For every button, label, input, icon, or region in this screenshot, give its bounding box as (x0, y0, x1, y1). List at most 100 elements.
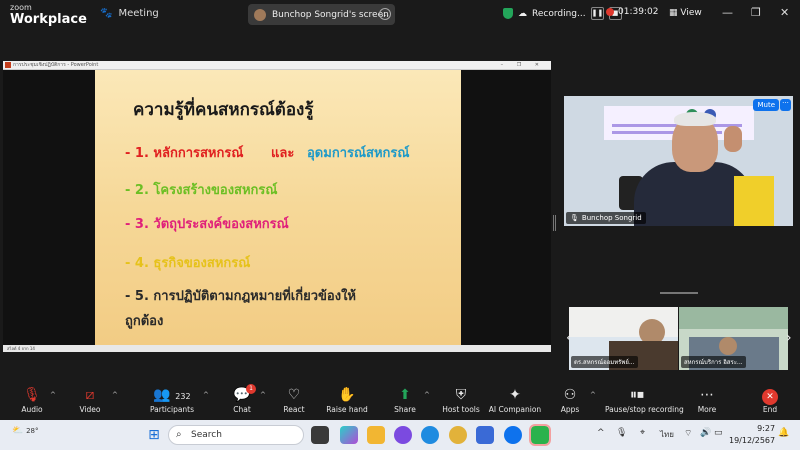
location-icon[interactable]: ⌖ (640, 428, 645, 438)
panel-drag-handle[interactable] (660, 292, 698, 294)
start-windows-icon[interactable]: ⊞ (145, 426, 163, 444)
meeting-toolbar: 🎙 Audio ^ ⧄ Video ^ 👥 232 Participants ^… (0, 382, 800, 420)
screen-label: Bunchop Songrid's screen (272, 9, 389, 20)
timer-text: 01:39:02 (618, 7, 659, 17)
participants-label: Participants (149, 405, 195, 414)
participant-thumbnail[interactable]: ดร.สหกรณ์ออมทรัพย์... (569, 307, 678, 370)
edge-icon[interactable] (421, 426, 439, 444)
slide-item-1-and: และ (271, 146, 295, 161)
participant-thumbnail[interactable]: สหกรณ์บริการ อิสระ... (679, 307, 788, 370)
language-indicator[interactable]: ไทย (660, 428, 674, 441)
volume-icon[interactable]: 🔊 (700, 428, 711, 438)
end-label: End (762, 405, 778, 414)
slide-item-4: - 4. ธุรกิจของสหกรณ์ (125, 256, 251, 271)
slide-title: ความรู้ที่คนสหกรณ์ต้องรู้ (133, 100, 314, 120)
ppt-window-controls: – ❐ ✕ (500, 62, 545, 68)
close-icon[interactable]: ✕ (780, 6, 789, 19)
windows-taskbar: ⛅ 28° ⊞ ⌕ Search ^ 🎙 ⌖ ไทย ⌔ 🔊 ▭ 9:27 19… (0, 420, 800, 450)
mic-muted-icon: 🎙 (570, 214, 579, 222)
restore-icon[interactable]: ❐ (751, 6, 761, 19)
next-page-arrow-icon[interactable]: › (786, 330, 792, 346)
recording-label: Recording... (532, 8, 586, 19)
view-button[interactable]: ▦ View (669, 8, 702, 18)
raise-hand-label: Raise hand (326, 405, 368, 414)
speaker-hand (724, 126, 742, 152)
weather-temp: 28° (26, 427, 39, 435)
meeting-label: Meeting (118, 8, 159, 19)
zoom-logo: zoom Workplace (10, 4, 87, 27)
participants-caret-icon[interactable]: ^ (203, 391, 209, 399)
avatar (254, 8, 266, 21)
thumb-name: สหกรณ์บริการ อิสระ... (681, 356, 746, 368)
pause-stop-icon: ⏸⏹ (630, 387, 644, 403)
record-dot-icon (606, 8, 614, 16)
line-app-icon[interactable] (529, 424, 551, 446)
thumb-person (719, 337, 737, 355)
zoom-app-icon[interactable] (504, 426, 522, 444)
slide-item-1a: - 1. หลักการสหกรณ์ (125, 146, 244, 161)
recording-status: ☁ Recording... ❚❚ ■ (503, 7, 622, 20)
powerpoint-icon (5, 62, 11, 68)
weather-icon: ⛅ (12, 426, 24, 436)
more-icon: ⋯ (700, 387, 714, 403)
minimize-icon[interactable]: — (722, 6, 733, 19)
speaker-video-tile[interactable]: Mute ··· 🎙 Bunchop Songrid (564, 96, 793, 226)
taskbar-clock[interactable]: 9:27 19/12/2567 (729, 423, 775, 447)
hand-icon: ✋ (338, 387, 356, 403)
video-label: Video (79, 405, 101, 414)
slide-item-1b: อุดมการณ์สหกรณ์ (307, 146, 410, 161)
more-button[interactable]: ⋯ More (675, 386, 739, 414)
battery-icon[interactable]: ▭ (714, 428, 723, 438)
copilot-icon[interactable] (340, 426, 358, 444)
slide-item-5-line1: - 5. การปฏิบัติตามกฎหมายที่เกี่ยวข้องให้ (125, 289, 356, 304)
mute-button[interactable]: Mute (753, 99, 779, 111)
ppt-status-bar: สไลด์ 4 จาก 14 (3, 345, 551, 352)
clock-time: 9:27 (757, 424, 776, 433)
audio-caret-icon[interactable]: ^ (50, 391, 56, 399)
raise-hand-button[interactable]: ✋ Raise hand (315, 386, 379, 414)
speaker-name-tag: 🎙 Bunchop Songrid (566, 212, 646, 224)
chat-badge: 1 (246, 384, 256, 394)
chrome-icon[interactable] (449, 426, 467, 444)
paw-icon: 🐾 (100, 8, 113, 19)
pause-recording-button[interactable]: ❚❚ (590, 7, 604, 20)
apps-label: Apps (560, 405, 580, 414)
store-icon[interactable] (476, 426, 494, 444)
thumb-name: ดร.สหกรณ์ออมทรัพย์... (571, 356, 638, 368)
video-caret-icon[interactable]: ^ (112, 391, 118, 399)
slide-area: ความรู้ที่คนสหกรณ์ต้องรู้ - 1. หลักการสห… (3, 70, 551, 345)
brand-bottom: Workplace (10, 12, 87, 27)
title-bar: zoom Workplace 🐾 Meeting Bunchop Songrid… (0, 0, 800, 30)
share-label: Share (394, 405, 416, 414)
ppt-window-title: การประชุมเชิงปฏิบัติการ - PowerPoint (13, 62, 99, 68)
mic-tray-icon[interactable]: 🎙 (616, 428, 627, 438)
tile-more-button[interactable]: ··· (780, 99, 791, 111)
resize-handle[interactable] (553, 215, 556, 231)
meeting-info-button[interactable]: 🐾 Meeting (100, 8, 159, 19)
more-options-icon[interactable]: … (379, 8, 391, 20)
participants-button[interactable]: 👥 232 Participants (140, 386, 204, 414)
speaker-hair (674, 112, 716, 126)
messenger-icon[interactable] (394, 426, 412, 444)
slide: ความรู้ที่คนสหกรณ์ต้องรู้ - 1. หลักการสห… (95, 70, 461, 345)
view-label: View (680, 8, 702, 18)
slide-item-3: - 3. วัตถุประสงค์ของสหกรณ์ (125, 217, 289, 232)
slide-item-5-line2: ถูกต้อง (125, 314, 164, 329)
end-call-icon: ✕ (762, 389, 778, 405)
apps-caret-icon[interactable]: ^ (590, 391, 596, 399)
chevron-up-icon[interactable]: ^ (597, 428, 605, 438)
task-view-icon[interactable] (311, 426, 329, 444)
screen-share-indicator[interactable]: Bunchop Songrid's screen … (248, 4, 395, 25)
shield-icon (503, 8, 513, 19)
notification-bell-icon[interactable]: 🔔 (778, 428, 789, 438)
file-explorer-icon[interactable] (367, 426, 385, 444)
pause-stop-recording-button[interactable]: ⏸⏹ Pause/stop recording (605, 386, 684, 414)
slide-item-2: - 2. โครงสร้างของสหกรณ์ (125, 183, 278, 198)
end-button[interactable]: ✕ End (738, 386, 800, 414)
search-placeholder: Search (191, 430, 222, 440)
weather-widget[interactable]: ⛅ 28° (12, 426, 39, 436)
wifi-icon[interactable]: ⌔ (684, 428, 692, 439)
speaker-name: Bunchop Songrid (581, 214, 642, 222)
taskbar-search-input[interactable]: ⌕ Search (168, 425, 304, 445)
pause-rec-label: Pause/stop recording (605, 405, 684, 414)
